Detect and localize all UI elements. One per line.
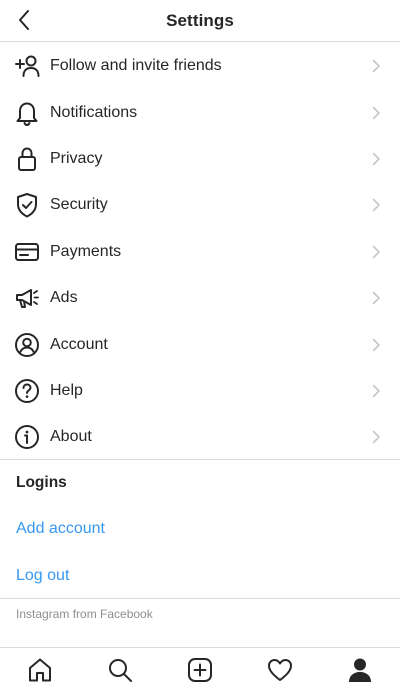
home-icon[interactable] (20, 650, 60, 690)
footer-text: Instagram from Facebook (16, 607, 153, 621)
chevron-right-icon (370, 383, 382, 399)
account-icon (14, 332, 40, 358)
menu-item-privacy[interactable]: Privacy (0, 136, 400, 182)
menu-item-label: About (50, 428, 92, 446)
credit-card-icon (14, 239, 40, 265)
menu-item-label: Security (50, 196, 108, 214)
chevron-right-icon (370, 105, 382, 121)
add-person-icon (14, 53, 40, 79)
profile-icon[interactable] (340, 650, 380, 690)
heart-icon[interactable] (260, 650, 300, 690)
menu-item-security[interactable]: Security (0, 182, 400, 228)
menu-item-about[interactable]: About (0, 414, 400, 460)
menu-item-label: Account (50, 335, 108, 353)
menu-item-follow-invite[interactable]: Follow and invite friends (0, 43, 400, 89)
new-post-icon[interactable] (180, 650, 220, 690)
settings-screen: Settings Follow and invite friends Notif… (0, 0, 400, 691)
back-icon[interactable] (12, 7, 36, 33)
menu-item-label: Notifications (50, 103, 138, 121)
info-icon (14, 424, 40, 450)
log-out-link[interactable]: Log out (16, 567, 69, 585)
chevron-right-icon (370, 244, 382, 260)
bell-icon (14, 100, 40, 126)
footer-divider (0, 598, 400, 599)
bottom-tab-bar (0, 647, 400, 691)
menu-item-account[interactable]: Account (0, 321, 400, 367)
menu-item-label: Privacy (50, 149, 103, 167)
chevron-right-icon (370, 429, 382, 445)
menu-item-notifications[interactable]: Notifications (0, 89, 400, 135)
chevron-right-icon (370, 151, 382, 167)
help-icon (14, 378, 40, 404)
logins-heading: Logins (16, 474, 67, 491)
add-account-link[interactable]: Add account (16, 520, 105, 538)
section-divider (0, 459, 400, 460)
search-icon[interactable] (100, 650, 140, 690)
menu-item-label: Follow and invite friends (50, 57, 222, 75)
settings-menu: Follow and invite friends Notifications (0, 43, 400, 461)
header-bar: Settings (0, 0, 400, 42)
chevron-right-icon (370, 290, 382, 306)
menu-item-label: Ads (50, 289, 78, 307)
menu-item-help[interactable]: Help (0, 368, 400, 414)
shield-icon (14, 192, 40, 218)
menu-item-ads[interactable]: Ads (0, 275, 400, 321)
megaphone-icon (14, 285, 40, 311)
page-title: Settings (166, 10, 234, 30)
chevron-right-icon (370, 337, 382, 353)
lock-icon (14, 146, 40, 172)
menu-item-payments[interactable]: Payments (0, 229, 400, 275)
chevron-right-icon (370, 197, 382, 213)
menu-item-label: Payments (50, 242, 122, 260)
menu-item-label: Help (50, 381, 83, 399)
chevron-right-icon (370, 58, 382, 74)
